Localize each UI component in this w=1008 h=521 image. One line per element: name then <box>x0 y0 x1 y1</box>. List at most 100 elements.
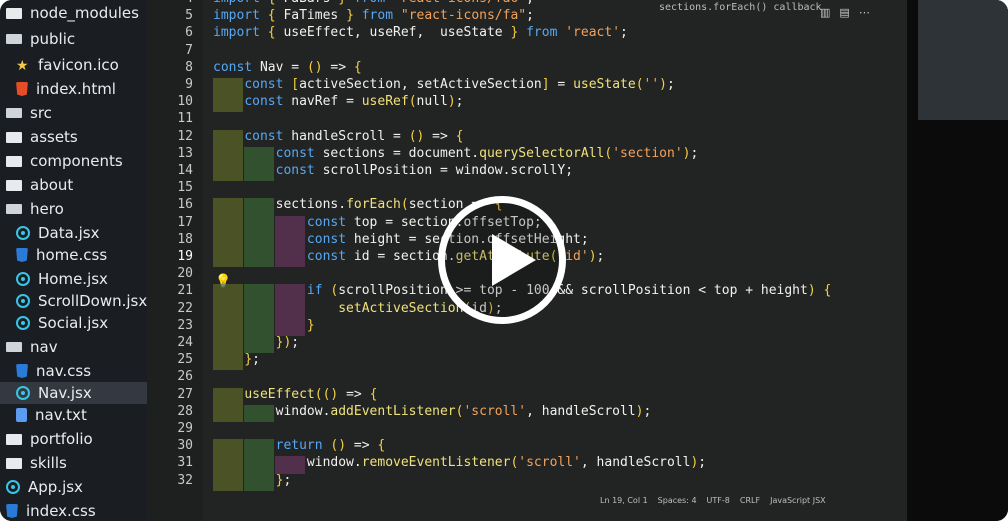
status-item[interactable]: UTF-8 <box>707 496 730 505</box>
explorer-item-label: assets <box>30 128 78 146</box>
explorer-item-label: hero <box>30 200 64 218</box>
line-number: 29 <box>177 421 193 436</box>
code-line[interactable]: import { useEffect, useRef, useState } f… <box>213 25 628 40</box>
explorer-item[interactable]: public <box>0 28 75 50</box>
code-line[interactable]: const handleScroll = () => { <box>213 129 463 144</box>
explorer-item[interactable]: assets <box>0 126 78 148</box>
line-number: 12 <box>177 128 193 144</box>
explorer-item[interactable]: Home.jsx <box>0 268 108 290</box>
explorer-item[interactable]: Nav.jsx <box>0 382 163 404</box>
code-line[interactable]: }; <box>213 352 260 367</box>
explorer-item[interactable]: ScrollDown.jsx <box>0 290 147 312</box>
explorer-item[interactable]: App.jsx <box>0 476 83 498</box>
folder-open-icon <box>6 108 22 118</box>
explorer-item-label: nav <box>30 338 58 356</box>
css-file-icon <box>16 364 28 378</box>
line-number: 32 <box>177 472 193 488</box>
folder-icon <box>6 131 22 143</box>
line-number: 26 <box>177 369 193 385</box>
line-number: 6 <box>185 25 193 41</box>
explorer-item[interactable]: skills <box>0 452 67 474</box>
explorer-item[interactable]: nav.txt <box>0 404 87 426</box>
folder-icon <box>6 155 22 167</box>
code-line[interactable]: useEffect(() => { <box>213 387 377 402</box>
explorer-item[interactable]: components <box>0 150 123 172</box>
star-icon: ★ <box>16 58 29 74</box>
line-number: 7 <box>185 42 193 58</box>
status-item[interactable]: Ln 19, Col 1 <box>600 496 648 505</box>
folder-icon <box>6 7 22 19</box>
video-thumbnail[interactable]: node_modulespublic ★ favicon.ico index.html… <box>0 0 1008 521</box>
explorer-item[interactable]: hero <box>0 198 64 220</box>
explorer-item[interactable]: ★ favicon.ico <box>0 54 119 76</box>
line-number: 10 <box>177 94 193 110</box>
line-number: 22 <box>177 300 193 316</box>
explorer-item[interactable]: about <box>0 174 73 196</box>
line-number: 17 <box>177 214 193 230</box>
code-line[interactable]: const sections = document.querySelectorA… <box>213 146 699 161</box>
more-actions-icon[interactable]: ⋯ <box>859 6 870 19</box>
code-line[interactable]: window.addEventListener('scroll', handle… <box>213 404 652 419</box>
status-item[interactable]: CRLF <box>740 496 760 505</box>
line-number: 31 <box>177 455 193 471</box>
line-number: 21 <box>177 283 193 299</box>
explorer-item[interactable]: nav <box>0 336 58 358</box>
react-file-icon <box>16 272 30 286</box>
line-number: 19 <box>177 249 193 264</box>
html-file-icon <box>16 82 28 96</box>
explorer-item[interactable]: index.html <box>0 78 116 100</box>
folder-icon <box>6 457 22 469</box>
explorer-item[interactable]: home.css <box>0 244 107 266</box>
code-line[interactable]: const navRef = useRef(null); <box>213 94 463 109</box>
folder-icon <box>6 179 22 191</box>
explorer-item-label: App.jsx <box>28 478 83 496</box>
explorer-item-label: skills <box>30 454 67 472</box>
breadcrumb-hint: sections.forEach() callback <box>659 2 822 13</box>
line-number: 5 <box>185 8 193 24</box>
status-item[interactable]: JavaScript JSX <box>770 496 826 505</box>
text-file-icon <box>16 408 27 422</box>
explorer-item[interactable]: Data.jsx <box>0 222 99 244</box>
code-line[interactable]: import { FaTimes } from "react-icons/fa"… <box>213 8 534 23</box>
code-line[interactable]: const Nav = () => { <box>213 60 362 75</box>
explorer-item-label: Nav.jsx <box>38 384 92 402</box>
explorer-item-label: Social.jsx <box>38 314 109 332</box>
explorer-item[interactable]: node_modules <box>0 2 139 24</box>
line-number: 8 <box>185 59 193 75</box>
explorer-item[interactable]: index.css <box>0 500 96 521</box>
line-number: 9 <box>185 77 193 92</box>
explorer-item[interactable]: Social.jsx <box>0 312 108 334</box>
layout-icon[interactable]: ▤ <box>839 6 849 19</box>
editor-actions: ▥ ▤ ⋯ <box>820 6 870 19</box>
code-line[interactable]: } <box>213 318 315 333</box>
line-number: 4 <box>147 0 193 6</box>
code-line[interactable]: }; <box>213 473 292 488</box>
code-line[interactable]: return () => { <box>213 438 386 453</box>
line-number: 15 <box>177 180 193 196</box>
line-number: 24 <box>177 335 193 350</box>
code-line[interactable]: import { FaBars } from "react-icons/fa6"… <box>213 0 534 6</box>
play-icon <box>492 234 536 286</box>
code-line[interactable]: }); <box>213 335 299 350</box>
play-button[interactable] <box>438 196 566 324</box>
file-explorer: node_modulespublic ★ favicon.ico index.html… <box>0 0 163 521</box>
explorer-item[interactable]: src <box>0 102 52 124</box>
folder-icon <box>6 433 22 445</box>
explorer-item-label: components <box>30 152 123 170</box>
css-file-icon <box>16 248 28 262</box>
explorer-item[interactable]: portfolio <box>0 428 93 450</box>
explorer-item[interactable]: nav.css <box>0 360 91 382</box>
css-file-icon <box>6 504 18 518</box>
line-number: 20 <box>177 266 193 282</box>
status-item[interactable]: Spaces: 4 <box>658 496 697 505</box>
code-line[interactable]: sections.forEach(section => { <box>213 197 503 212</box>
line-number: 14 <box>177 163 193 178</box>
code-line[interactable]: const scrollPosition = window.scrollY; <box>213 163 573 178</box>
explorer-item-label: nav.css <box>36 362 92 380</box>
explorer-item-label: home.css <box>36 246 108 264</box>
line-number: 11 <box>177 111 193 127</box>
explorer-item-label: about <box>30 176 74 194</box>
code-line[interactable]: window.removeEventListener('scroll', han… <box>213 455 706 470</box>
split-editor-icon[interactable]: ▥ <box>820 6 830 19</box>
code-line[interactable]: const [activeSection, setActiveSection] … <box>213 77 675 92</box>
